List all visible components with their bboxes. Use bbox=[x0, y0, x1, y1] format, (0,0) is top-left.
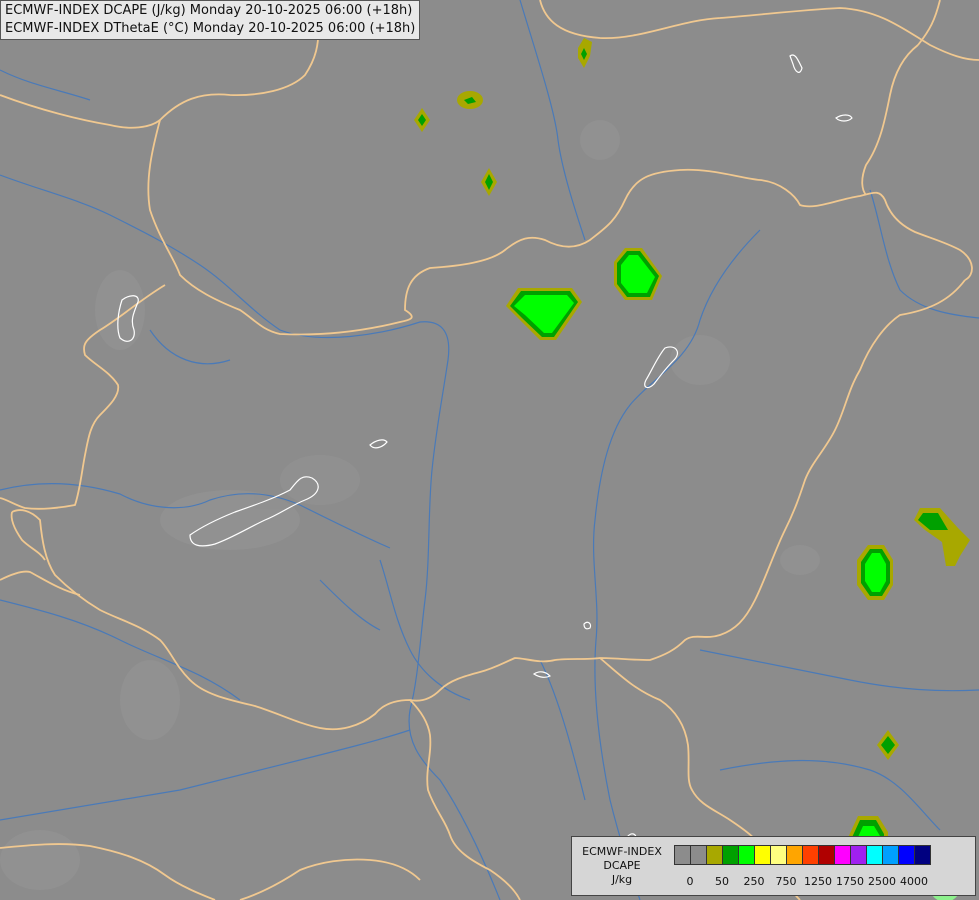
legend-swatch bbox=[690, 845, 707, 865]
legend-swatch bbox=[866, 845, 883, 865]
legend-swatch bbox=[754, 845, 771, 865]
legend-tick-label: 750 bbox=[775, 875, 797, 888]
legend-swatch bbox=[898, 845, 915, 865]
legend-swatch bbox=[674, 845, 691, 865]
legend-swatch bbox=[818, 845, 835, 865]
legend-swatch bbox=[850, 845, 867, 865]
legend-swatch bbox=[786, 845, 803, 865]
legend-tick-label: 250 bbox=[743, 875, 765, 888]
legend-swatch bbox=[914, 845, 931, 865]
title-dcape: ECMWF-INDEX DCAPE (J/kg) Monday 20-10-20… bbox=[5, 3, 413, 18]
legend-swatch bbox=[802, 845, 819, 865]
legend-swatch bbox=[738, 845, 755, 865]
legend-swatches bbox=[674, 845, 931, 865]
legend-swatch bbox=[834, 845, 851, 865]
legend-tick-label: 1750 bbox=[836, 875, 864, 888]
color-legend: ECMWF-INDEX DCAPE J/kg 0 50 250 750 1250 1750… bbox=[571, 836, 976, 896]
weather-map bbox=[0, 0, 979, 900]
legend-unit: J/kg bbox=[611, 873, 633, 886]
title-dthetae: ECMWF-INDEX DThetaE (°C) Monday 20-10-20… bbox=[5, 21, 416, 36]
legend-swatch bbox=[706, 845, 723, 865]
legend-tick-label: 2500 bbox=[868, 875, 896, 888]
legend-swatch bbox=[770, 845, 787, 865]
map-title-box: ECMWF-INDEX DCAPE (J/kg) Monday 20-10-20… bbox=[0, 0, 421, 40]
legend-title: ECMWF-INDEX DCAPE J/kg bbox=[576, 845, 668, 887]
legend-ticks: 0 50 250 750 1250 1750 2500 4000 bbox=[674, 875, 974, 889]
legend-parameter: DCAPE bbox=[603, 859, 641, 872]
legend-swatch bbox=[722, 845, 739, 865]
legend-tick-label: 4000 bbox=[900, 875, 928, 888]
legend-swatch bbox=[882, 845, 899, 865]
dcape-blob-east-2 bbox=[857, 545, 893, 600]
map-background bbox=[0, 0, 979, 900]
legend-tick-label: 50 bbox=[715, 875, 729, 888]
legend-model: ECMWF-INDEX bbox=[582, 845, 662, 858]
dcape-blob-north-2 bbox=[457, 91, 483, 109]
legend-tick-label: 1250 bbox=[804, 875, 832, 888]
legend-tick-label: 0 bbox=[686, 875, 694, 888]
